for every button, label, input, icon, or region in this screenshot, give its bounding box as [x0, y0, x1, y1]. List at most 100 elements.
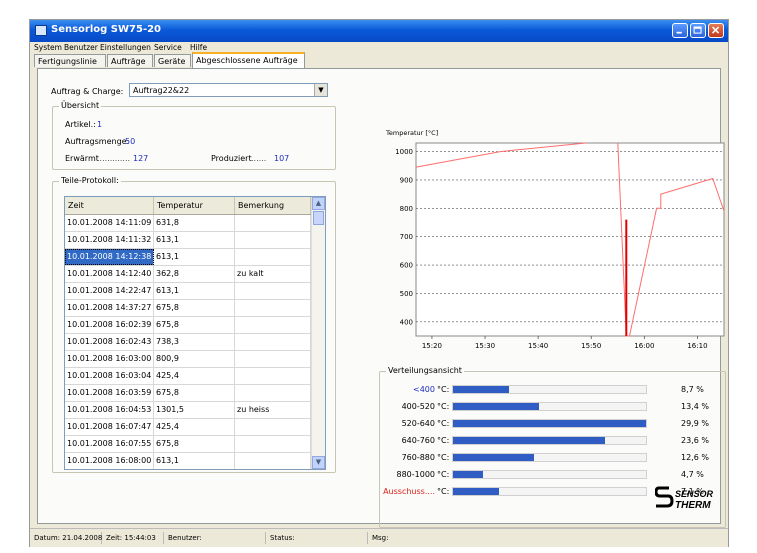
menu-service[interactable]: Service	[154, 43, 182, 52]
tab-auftraege[interactable]: Aufträge	[107, 54, 153, 67]
distribution-row: <400 °C: 8,7 %	[380, 382, 725, 398]
distribution-range: 640-760	[401, 436, 435, 445]
cell-zeit: 10.01.2008 16:02:39	[65, 317, 154, 333]
overview-group: Übersicht Artikel.: 1 Auftragsmenge: 50 …	[52, 101, 336, 170]
distribution-bar	[453, 420, 646, 427]
status-datum: Datum: 21.04.2008	[34, 532, 103, 544]
order-label: Auftrag & Charge:	[51, 87, 124, 96]
distribution-percent: 29,9 %	[681, 419, 709, 428]
x-tick-label: 15:30	[475, 342, 495, 350]
minimize-icon	[676, 31, 682, 34]
distribution-percent: 13,4 %	[681, 402, 709, 411]
cell-bemerkung	[235, 334, 311, 350]
erwaermt-label: Erwärmt	[65, 154, 99, 163]
vertical-scrollbar[interactable]: ▲ ▼	[311, 197, 325, 469]
x-tick-label: 16:10	[687, 342, 707, 350]
status-benutzer: Benutzer:	[166, 532, 266, 544]
minimize-button[interactable]	[672, 23, 688, 38]
table-row[interactable]: 10.01.2008 16:08:00 613,1	[65, 453, 323, 469]
distribution-percent: 4,7 %	[681, 470, 704, 479]
cell-temperatur: 675,8	[154, 317, 235, 333]
order-select[interactable]: Auftrag22&22 ▼	[129, 83, 328, 97]
status-zeit: Zeit: 15:44:03	[104, 532, 164, 544]
column-header-temperatur[interactable]: Temperatur	[154, 197, 235, 214]
tab-fertigungslinie[interactable]: Fertigungslinie	[34, 54, 106, 67]
table-row[interactable]: 10.01.2008 14:12:38 613,1	[65, 249, 323, 266]
table-row[interactable]: 10.01.2008 14:12:40 362,8 zu kalt	[65, 266, 323, 283]
table-row[interactable]: 10.01.2008 14:11:32 613,1	[65, 232, 323, 249]
distribution-row: 760-880 °C: 12,6 %	[380, 450, 725, 466]
cell-temperatur: 675,8	[154, 436, 235, 452]
distribution-track	[452, 436, 647, 445]
tab-geraete[interactable]: Geräte	[154, 54, 191, 67]
cell-bemerkung	[235, 385, 311, 401]
distribution-track	[452, 402, 647, 411]
scroll-thumb[interactable]	[313, 211, 324, 225]
cell-bemerkung	[235, 283, 311, 299]
table-row[interactable]: 10.01.2008 16:02:39 675,8	[65, 317, 323, 334]
scroll-up-icon[interactable]: ▲	[312, 197, 325, 210]
maximize-button[interactable]	[690, 23, 706, 38]
cell-temperatur: 631,8	[154, 215, 235, 231]
scroll-down-icon[interactable]: ▼	[312, 456, 325, 469]
table-row[interactable]: 10.01.2008 16:03:04 425,4	[65, 368, 323, 385]
sensortherm-logo: SENSOR THERM	[654, 484, 733, 514]
table-row[interactable]: 10.01.2008 14:11:09 631,8	[65, 215, 323, 232]
app-icon	[35, 25, 47, 36]
column-header-zeit[interactable]: Zeit	[65, 197, 154, 214]
chevron-down-icon[interactable]: ▼	[314, 84, 327, 96]
table-row[interactable]: 10.01.2008 16:02:43 738,3	[65, 334, 323, 351]
cell-zeit: 10.01.2008 16:02:43	[65, 334, 154, 350]
cell-zeit: 10.01.2008 14:22:47	[65, 283, 154, 299]
table-row[interactable]: 10.01.2008 14:22:47 613,1	[65, 283, 323, 300]
close-button[interactable]	[708, 23, 724, 38]
produziert-value: 107	[274, 154, 290, 163]
distribution-track	[452, 487, 647, 496]
cell-bemerkung	[235, 232, 311, 248]
cell-bemerkung	[235, 215, 311, 231]
distribution-track	[452, 419, 647, 428]
cell-bemerkung	[235, 317, 311, 333]
cell-zeit: 10.01.2008 16:07:55	[65, 436, 154, 452]
y-tick-label: 900	[400, 176, 413, 184]
distribution-bar	[453, 488, 499, 495]
distribution-track	[452, 385, 647, 394]
table-row[interactable]: 10.01.2008 16:03:59 675,8	[65, 385, 323, 402]
table-row[interactable]: 10.01.2008 16:04:53 1301,5 zu heiss	[65, 402, 323, 419]
cell-temperatur: 613,1	[154, 249, 235, 265]
distribution-bar	[453, 437, 606, 444]
distribution-range: <400	[413, 385, 435, 394]
column-header-bemerkung[interactable]: Bemerkung	[235, 197, 311, 214]
table-row[interactable]: 10.01.2008 16:03:00 800,9	[65, 351, 323, 368]
cell-zeit: 10.01.2008 16:07:47	[65, 419, 154, 435]
temperature-chart-svg: Temperatur [°C] 400 500 600 700 800 900 1000 15:…	[385, 127, 736, 350]
menu-hilfe[interactable]: Hilfe	[190, 43, 207, 52]
distribution-unit: °C:	[437, 487, 450, 496]
cell-temperatur: 675,8	[154, 385, 235, 401]
menu-einstellungen[interactable]: Einstellungen	[100, 43, 151, 52]
cell-bemerkung	[235, 351, 311, 367]
cell-temperatur: 675,8	[154, 300, 235, 316]
cell-zeit: 10.01.2008 14:11:09	[65, 215, 154, 231]
distribution-range: 880-1000	[396, 470, 435, 479]
maximize-icon	[693, 26, 702, 34]
cell-zeit: 10.01.2008 16:03:59	[65, 385, 154, 401]
table-row[interactable]: 10.01.2008 16:07:55 675,8	[65, 436, 323, 453]
cell-bemerkung	[235, 436, 311, 452]
distribution-range: 400-520	[401, 402, 435, 411]
menu-system[interactable]: System	[34, 43, 62, 52]
protocol-table[interactable]: Zeit Temperatur Bemerkung 10.01.2008 14:…	[64, 196, 326, 470]
erwaermt-value: 127	[133, 154, 149, 163]
cell-bemerkung	[235, 419, 311, 435]
distribution-percent: 8,7 %	[681, 385, 704, 394]
close-icon	[711, 26, 720, 34]
y-tick-label: 500	[400, 290, 413, 298]
cell-zeit: 10.01.2008 14:12:38	[65, 249, 154, 265]
cell-zeit: 10.01.2008 16:08:00	[65, 453, 154, 469]
table-row[interactable]: 10.01.2008 16:07:47 425,4	[65, 419, 323, 436]
tab-abgeschlossene-auftraege[interactable]: Abgeschlossene Aufträge	[192, 52, 305, 68]
menu-benutzer[interactable]: Benutzer	[64, 43, 98, 52]
y-tick-label: 400	[400, 318, 413, 326]
auftragsmenge-label: Auftragsmenge:	[65, 137, 130, 146]
table-row[interactable]: 10.01.2008 14:37:27 675,8	[65, 300, 323, 317]
